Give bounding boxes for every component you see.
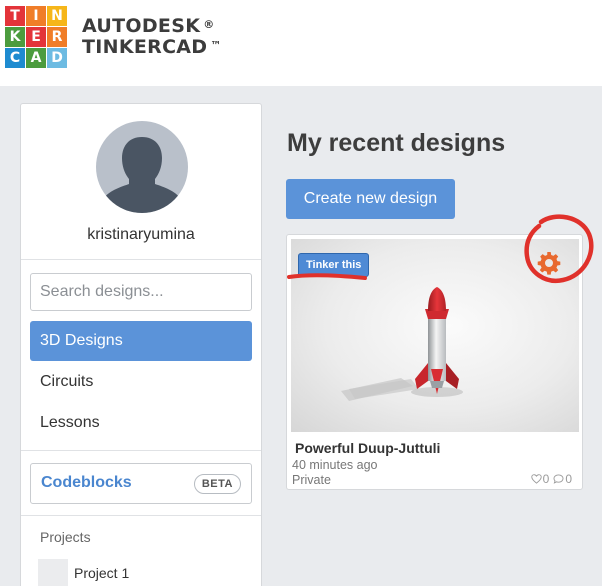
page-title: My recent designs — [287, 129, 506, 157]
codeblocks-label: Codeblocks — [41, 474, 132, 491]
heart-icon — [530, 474, 542, 484]
divider — [21, 515, 261, 516]
sidebar-item-circuits[interactable]: Circuits — [30, 362, 252, 402]
project-item-label[interactable]: Project 1 — [74, 565, 129, 581]
logo-letter: K — [5, 27, 25, 47]
comments-count: 0 — [565, 472, 572, 486]
logo-letter: I — [26, 6, 46, 26]
design-stats: 0 0 — [530, 472, 572, 486]
divider — [21, 259, 261, 260]
logo-letter: T — [5, 6, 25, 26]
tinker-this-button[interactable]: Tinker this — [298, 253, 370, 277]
likes-count: 0 — [542, 472, 550, 486]
search-input[interactable] — [30, 273, 252, 311]
sidebar: kristinaryumina 3D Designs Circuits Less… — [20, 103, 262, 586]
likes-stat: 0 — [530, 472, 550, 486]
project-thumbnail[interactable] — [38, 559, 68, 586]
registered-mark: ® — [203, 18, 215, 31]
logo-letter: N — [47, 6, 67, 26]
design-card[interactable]: Tinker this Powerful Duup-Juttuli 40 min… — [286, 234, 583, 490]
design-title[interactable]: Powerful Duup-Juttuli — [295, 440, 440, 456]
comments-stat: 0 — [553, 472, 572, 486]
logo-letter: E — [26, 27, 46, 47]
codeblocks-button[interactable]: Codeblocks BETA — [30, 463, 252, 504]
sidebar-item-3d-designs[interactable]: 3D Designs — [30, 321, 252, 361]
logo-letter: D — [47, 48, 67, 68]
logo-letter: C — [5, 48, 25, 68]
brand-tinkercad: TINKERCAD — [82, 36, 208, 58]
logo-letter: R — [47, 27, 67, 47]
user-silhouette-icon — [104, 137, 180, 213]
comment-icon — [553, 474, 564, 484]
tinkercad-logo[interactable]: T I N K E R C A D — [5, 6, 67, 68]
sidebar-item-lessons[interactable]: Lessons — [30, 403, 252, 443]
design-thumbnail[interactable]: Tinker this — [291, 239, 579, 432]
design-timestamp: 40 minutes ago — [292, 458, 378, 472]
brand-autodesk: AUTODESK — [82, 15, 201, 37]
projects-heading: Projects — [40, 529, 91, 545]
design-privacy: Private — [292, 473, 331, 487]
divider — [21, 450, 261, 451]
gear-icon[interactable] — [537, 251, 561, 275]
beta-badge: BETA — [193, 474, 241, 494]
trademark-mark: ™ — [210, 39, 222, 52]
avatar[interactable] — [96, 121, 188, 213]
top-header: T I N K E R C A D AUTODESK ® TINKERCAD ™ — [0, 0, 602, 86]
logo-letter: A — [26, 48, 46, 68]
create-new-design-button[interactable]: Create new design — [286, 179, 455, 219]
brand-wordmark: AUTODESK ® TINKERCAD ™ — [82, 16, 222, 58]
username[interactable]: kristinaryumina — [21, 226, 261, 244]
